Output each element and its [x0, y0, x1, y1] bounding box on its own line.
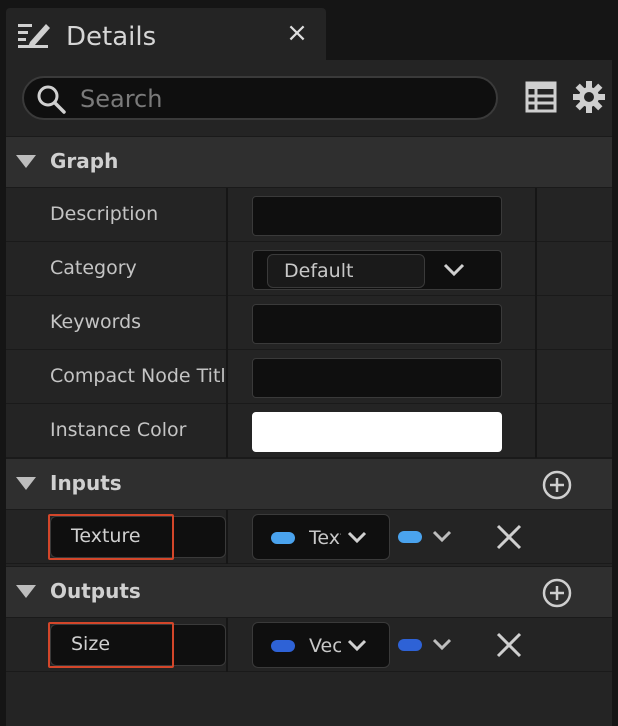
container-type-dot[interactable]	[398, 639, 422, 651]
collapse-arrow-icon	[16, 585, 36, 598]
gear-icon[interactable]	[572, 80, 606, 114]
property-row-instance-color: Instance Color	[6, 404, 612, 458]
close-tab-button[interactable]: ×	[284, 18, 310, 48]
search-input[interactable]	[78, 82, 482, 116]
property-row-keywords: Keywords	[6, 296, 612, 350]
output-pin-row: Size Vector	[6, 618, 612, 672]
highlight-box	[48, 514, 174, 560]
property-label: Compact Node Title	[50, 365, 226, 387]
section-title: Graph	[50, 149, 119, 173]
chevron-down-icon[interactable]	[443, 263, 465, 277]
property-label: Description	[50, 203, 159, 225]
collapse-arrow-icon	[16, 477, 36, 490]
property-label: Keywords	[50, 311, 142, 333]
table-icon[interactable]	[524, 80, 558, 114]
pin-type-name: Vector	[309, 635, 341, 657]
section-title: Outputs	[50, 579, 141, 603]
property-label: Category	[50, 257, 137, 279]
section-outputs-header[interactable]: Outputs	[6, 566, 612, 618]
remove-pin-button[interactable]	[496, 632, 522, 658]
highlight-box	[48, 622, 174, 668]
tab-details[interactable]: Details ×	[6, 8, 326, 60]
instance-color-swatch[interactable]	[252, 412, 502, 452]
tab-title: Details	[66, 22, 157, 52]
add-output-button[interactable]	[542, 578, 572, 608]
search-icon	[37, 85, 66, 114]
category-dropdown[interactable]: Default	[252, 250, 502, 290]
section-title: Inputs	[50, 471, 122, 495]
keywords-field[interactable]	[252, 304, 502, 344]
section-inputs-header[interactable]: Inputs	[6, 458, 612, 510]
type-color-dot	[271, 640, 295, 652]
collapse-arrow-icon	[16, 155, 36, 168]
description-field[interactable]	[252, 196, 502, 236]
category-value[interactable]: Default	[267, 254, 425, 288]
chevron-down-icon[interactable]	[432, 530, 452, 544]
add-input-button[interactable]	[542, 470, 572, 500]
chevron-down-icon[interactable]	[432, 638, 452, 652]
property-row-category: Category Default	[6, 242, 612, 296]
pencil-edit-icon	[18, 24, 50, 48]
input-pin-row: Texture Texture	[6, 510, 612, 564]
details-toolbar	[6, 60, 612, 136]
pin-type-name: Texture	[309, 527, 341, 549]
remove-pin-button[interactable]	[496, 524, 522, 550]
chevron-down-icon	[347, 531, 367, 544]
property-label: Instance Color	[50, 419, 187, 441]
tab-bar: Details ×	[0, 0, 618, 60]
section-graph-header[interactable]: Graph	[6, 136, 612, 188]
chevron-down-icon	[347, 639, 367, 652]
search-box[interactable]	[22, 76, 498, 120]
compact-node-title-field[interactable]	[252, 358, 502, 398]
container-type-dot[interactable]	[398, 531, 422, 543]
details-panel: Graph Description Category Default Keywo…	[6, 60, 612, 726]
pin-type-dropdown[interactable]: Texture	[252, 514, 390, 560]
property-row-compact-node-title: Compact Node Title	[6, 350, 612, 404]
pin-type-dropdown[interactable]: Vector	[252, 622, 390, 668]
type-color-dot	[271, 532, 295, 544]
property-row-description: Description	[6, 188, 612, 242]
